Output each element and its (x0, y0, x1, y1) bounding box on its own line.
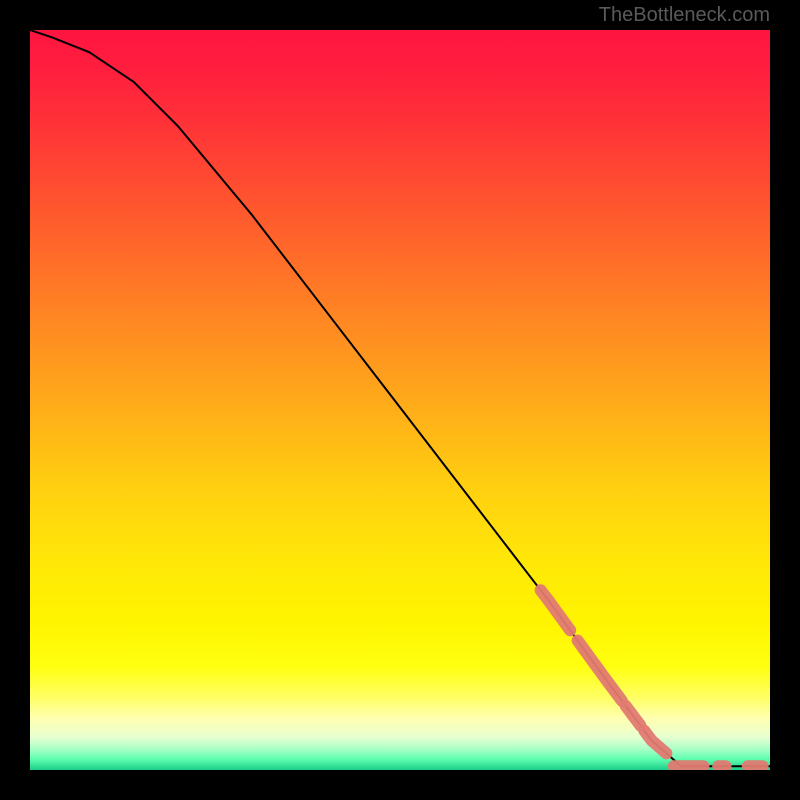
watermark-text: TheBottleneck.com (599, 4, 770, 27)
main-curve (30, 30, 770, 766)
marker-dots (541, 590, 763, 766)
chart-container: TheBottleneck.com (0, 0, 800, 800)
plot-area (30, 30, 770, 770)
curve-layer (30, 30, 770, 770)
